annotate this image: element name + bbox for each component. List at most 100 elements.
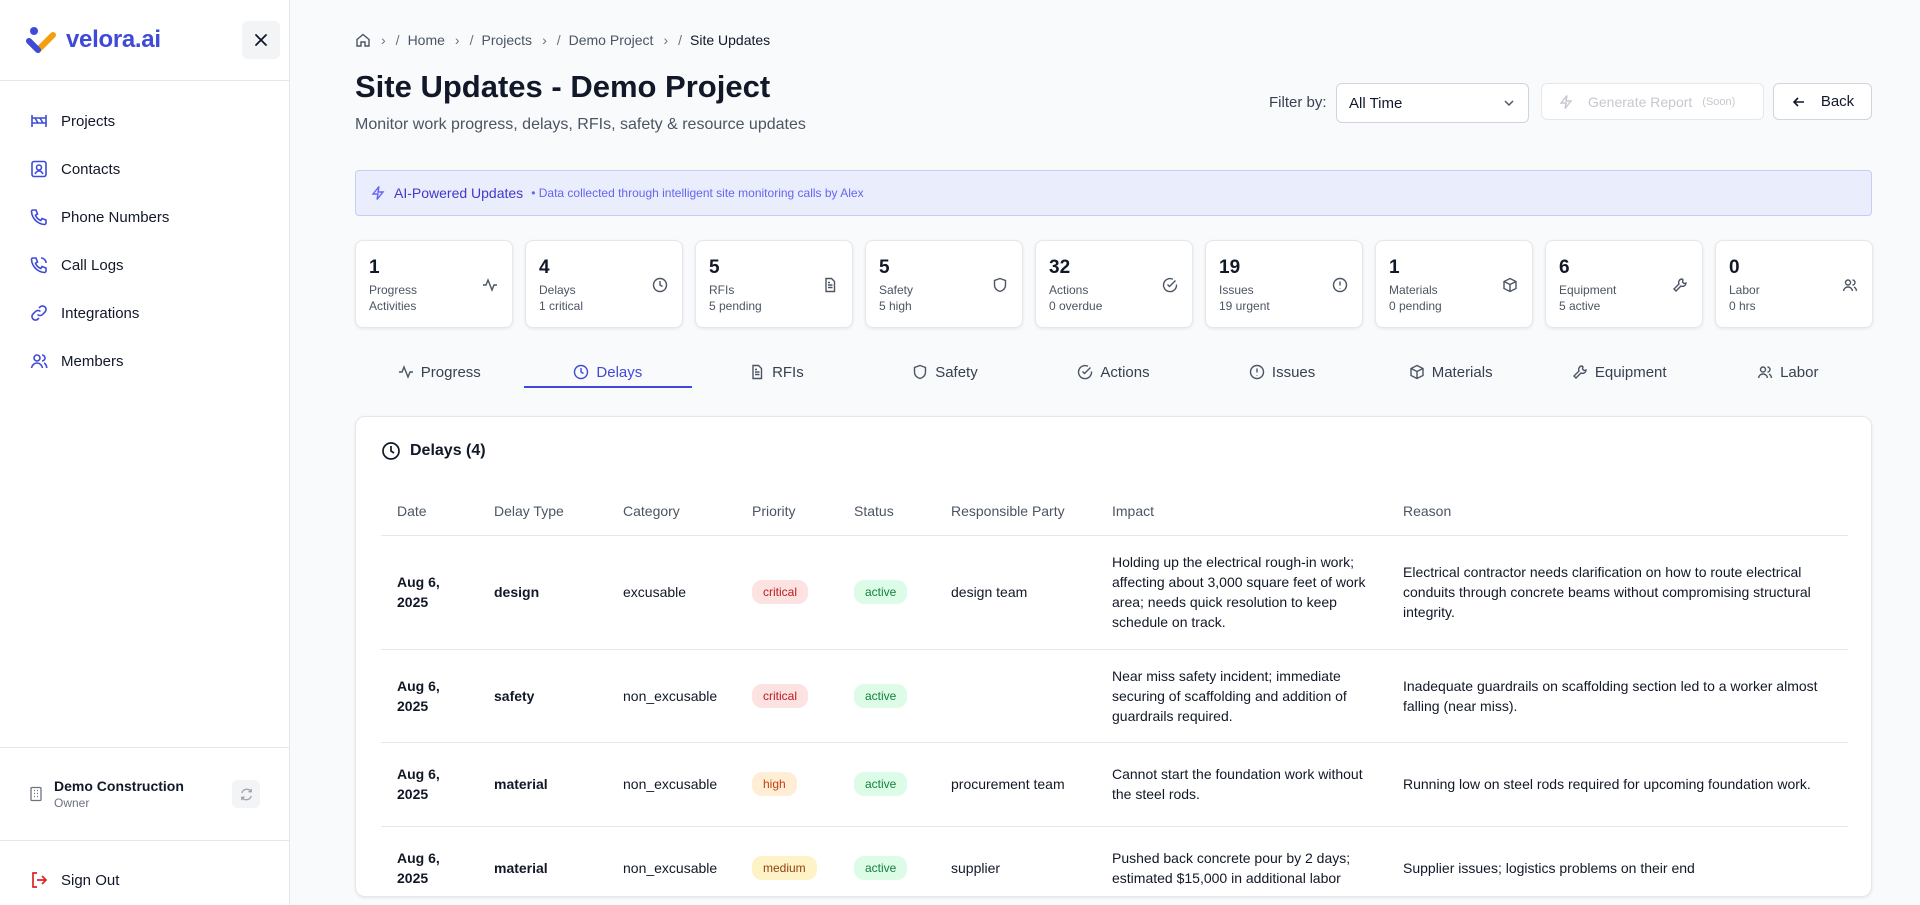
stat-value: 5: [709, 257, 720, 278]
cell-priority: critical: [736, 535, 838, 650]
status-badge: active: [854, 772, 908, 796]
filter-label: Filter by:: [1269, 94, 1327, 111]
breadcrumb-home[interactable]: Home: [408, 32, 445, 48]
generate-report-button[interactable]: Generate Report (Soon): [1541, 83, 1764, 120]
cell-reason: Inadequate guardrails on scaffolding sec…: [1387, 649, 1848, 743]
stat-card-progress[interactable]: 1 Progress Activities: [355, 240, 513, 328]
stat-label: Progress: [369, 283, 418, 297]
table-row[interactable]: Aug 6, 2025 material non_excusable high …: [381, 742, 1848, 827]
breadcrumb-separator: /: [556, 32, 561, 48]
close-sidebar-button[interactable]: [242, 21, 280, 59]
tab-issues[interactable]: Issues: [1198, 354, 1367, 390]
status-badge: active: [854, 856, 908, 880]
stat-card-rfis[interactable]: 5 RFIs 5 pending: [695, 240, 853, 328]
cell-priority: high: [736, 742, 838, 827]
activity-icon: [483, 278, 497, 292]
column-header[interactable]: Priority: [736, 487, 838, 536]
column-header[interactable]: Delay Type: [478, 487, 607, 536]
table-row[interactable]: Aug 6, 2025 safety non_excusable critica…: [381, 649, 1848, 743]
stat-card-actions[interactable]: 32 Actions 0 overdue: [1035, 240, 1193, 328]
alert-circle-icon: [1249, 364, 1265, 380]
soon-badge: (Soon): [1702, 95, 1736, 108]
delays-title: Delays (4): [410, 442, 486, 459]
package-icon: [1503, 277, 1517, 293]
column-header[interactable]: Reason: [1387, 487, 1848, 536]
stat-label: Actions: [1049, 283, 1089, 297]
column-header[interactable]: Date: [381, 487, 478, 536]
cell-impact: Near miss safety incident; immediate sec…: [1096, 649, 1387, 743]
sidebar-item-projects[interactable]: Projects: [0, 97, 289, 145]
stat-card-issues[interactable]: 19 Issues 19 urgent: [1205, 240, 1363, 328]
document-icon: [752, 364, 763, 380]
cell-impact: Pushed back concrete pour by 2 days; est…: [1096, 826, 1387, 896]
sidebar: velora.ai Projects Contacts Phone Number…: [0, 0, 290, 905]
column-header[interactable]: Status: [838, 487, 935, 536]
tab-label: Issues: [1271, 363, 1316, 381]
tab-label: Actions: [1100, 363, 1150, 381]
breadcrumb-home-link[interactable]: [355, 32, 371, 48]
sidebar-item-integrations[interactable]: Integrations: [0, 289, 289, 337]
stat-label: Equipment: [1559, 283, 1617, 297]
tab-materials[interactable]: Materials: [1366, 354, 1535, 390]
chevron-right-icon: ›: [663, 32, 669, 48]
priority-badge: critical: [752, 580, 809, 604]
cell-status: active: [838, 535, 935, 650]
cell-status: active: [838, 649, 935, 743]
document-icon: [825, 277, 836, 293]
tab-labor[interactable]: Labor: [1704, 354, 1873, 390]
organization-name: Demo Construction: [54, 778, 184, 794]
cell-delay-type: design: [478, 535, 607, 650]
package-icon: [1410, 364, 1424, 380]
sidebar-item-label: Members: [61, 352, 124, 370]
sidebar-item-phone-numbers[interactable]: Phone Numbers: [0, 193, 289, 241]
tab-delays[interactable]: Delays: [523, 354, 693, 390]
banner-description: • Data collected through intelligent sit…: [531, 186, 864, 200]
stat-card-materials[interactable]: 1 Materials 0 pending: [1375, 240, 1533, 328]
back-button[interactable]: Back: [1773, 83, 1872, 120]
tab-safety[interactable]: Safety: [861, 354, 1030, 390]
organization-switcher[interactable]: Demo Construction Owner: [0, 747, 290, 841]
stat-label: Delays: [539, 283, 576, 297]
tab-progress[interactable]: Progress: [355, 354, 524, 390]
stat-card-delays[interactable]: 4 Delays 1 critical: [525, 240, 683, 328]
breadcrumb-projects[interactable]: Projects: [481, 32, 532, 48]
table-row[interactable]: Aug 6, 2025 design excusable critical ac…: [381, 535, 1848, 650]
stat-card-labor[interactable]: 0 Labor 0 hrs: [1715, 240, 1873, 328]
sign-out-label: Sign Out: [61, 871, 120, 889]
column-header[interactable]: Impact: [1096, 487, 1387, 536]
tab-label: Progress: [420, 363, 481, 381]
check-circle-icon: [1078, 364, 1093, 380]
tab-rfis[interactable]: RFIs: [692, 354, 861, 390]
breadcrumb-separator: /: [395, 32, 400, 48]
stat-value: 4: [539, 257, 550, 278]
column-header[interactable]: Category: [607, 487, 736, 536]
activity-icon: [398, 365, 413, 379]
stat-card-equipment[interactable]: 6 Equipment 5 active: [1545, 240, 1703, 328]
stat-label: Issues: [1219, 283, 1254, 297]
time-filter-select[interactable]: All Time: [1336, 83, 1529, 123]
stat-label: Labor: [1729, 283, 1760, 297]
sidebar-item-call-logs[interactable]: Call Logs: [0, 241, 289, 289]
users-icon: [1757, 366, 1773, 379]
main-content: › / Home › / Projects › / Demo Project ›…: [355, 0, 1873, 905]
column-header[interactable]: Responsible Party: [935, 487, 1096, 536]
wrench-icon: [1572, 365, 1587, 379]
log-out-icon: [32, 872, 48, 888]
ai-updates-banner: AI-Powered Updates • Data collected thro…: [355, 170, 1872, 216]
clock-icon: [574, 364, 589, 380]
cell-date: Aug 6, 2025: [381, 826, 478, 896]
sidebar-nav: Projects Contacts Phone Numbers Call Log…: [0, 81, 289, 385]
organization-role: Owner: [54, 796, 90, 810]
stat-card-safety[interactable]: 5 Safety 5 high: [865, 240, 1023, 328]
sign-out-button[interactable]: Sign Out: [0, 860, 290, 900]
cell-delay-type: material: [478, 826, 607, 896]
tab-actions[interactable]: Actions: [1029, 354, 1198, 390]
sidebar-item-members[interactable]: Members: [0, 337, 289, 385]
table-row[interactable]: Aug 6, 2025 material non_excusable mediu…: [381, 826, 1848, 896]
breadcrumb-project[interactable]: Demo Project: [569, 32, 654, 48]
sidebar-item-contacts[interactable]: Contacts: [0, 145, 289, 193]
users-icon: [1842, 279, 1858, 292]
call-logs-icon: [30, 257, 47, 274]
switch-organization-button[interactable]: [232, 780, 260, 808]
tab-equipment[interactable]: Equipment: [1535, 354, 1704, 390]
